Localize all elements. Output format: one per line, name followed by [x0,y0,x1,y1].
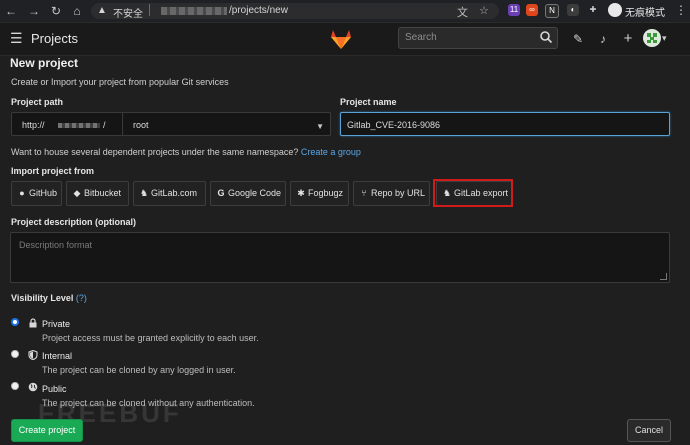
masked-host [161,7,227,15]
path-prefix: http:// / [11,112,124,136]
namespace-hint: Want to house several dependent projects… [11,147,361,157]
forward-icon[interactable]: → [27,4,41,18]
import-option-label: Google Code [228,188,282,198]
import-gitlabcom-button[interactable]: ♞ GitLab.com [133,181,206,206]
browser-toolbar: ← → ↻ ⌂ ▲ 不安全 /projects/new 文 ☆ 11 ∞ N ◐… [0,0,690,23]
visibility-title: Private [42,319,71,329]
new-plus-icon[interactable]: + [621,31,635,46]
visibility-help-link[interactable]: (?) [76,293,87,303]
notification-bell-icon[interactable]: ♪ [596,32,610,46]
import-option-label: GitHub [29,188,58,198]
extension-icon[interactable]: ∞ [526,4,538,16]
visibility-desc: The project can be cloned by any logged … [42,365,236,375]
security-label: 不安全 [113,9,143,20]
chevron-down-icon: ▼ [316,122,324,131]
incognito-label[interactable]: 无痕模式 [625,4,665,19]
gitlab-icon: ♞ [139,188,149,198]
home-icon[interactable]: ⌂ [70,4,84,18]
page-title: New project [10,56,79,70]
github-icon: ● [19,188,25,198]
import-option-label: Fogbugz [308,188,344,198]
extension-badge: 11 [509,5,519,14]
visibility-label-text: Visibility Level [11,293,74,303]
shield-icon [28,349,38,361]
translate-icon[interactable]: 文 [457,4,468,20]
description-placeholder: Description format [19,240,93,250]
gitlab-logo-icon[interactable] [329,28,353,50]
import-label: Import project from [11,166,95,176]
app-header: ☰ Projects Search ✎ ♪ + ▾ [0,23,690,56]
visibility-label: Visibility Level (?) [11,293,87,303]
project-name-value: Gitlab_CVE-2016-9086 [347,120,441,130]
extension-icon[interactable]: N [545,4,559,18]
incognito-avatar-icon[interactable] [608,3,622,17]
project-name-input[interactable]: Gitlab_CVE-2016-9086 [340,112,670,136]
visibility-private-radio[interactable] [11,318,19,326]
visibility-title: Internal [42,351,73,361]
namespace-hint-text: Want to house several dependent projects… [11,147,299,157]
lock-icon [28,318,38,328]
description-textarea[interactable]: Description format [10,232,670,283]
globe-icon [28,382,38,392]
create-group-link[interactable]: Create a group [301,147,361,157]
bitbucket-icon: ◆ [73,188,81,198]
extension-icon[interactable]: ◐ [567,4,579,16]
search-placeholder: Search [405,32,437,43]
import-repo-url-button[interactable]: ⑂ Repo by URL [353,181,430,206]
warning-icon: ▲ [97,5,107,16]
back-icon[interactable]: ← [4,4,18,18]
import-bitbucket-button[interactable]: ◆ Bitbucket [66,181,129,206]
reload-icon[interactable]: ↻ [49,4,63,18]
visibility-internal-radio[interactable] [11,350,19,358]
bug-icon: ✱ [297,188,305,198]
address-bar[interactable]: ▲ 不安全 /projects/new 文 ☆ [91,3,499,20]
url-path: /projects/new [229,5,288,16]
import-option-label: Repo by URL [371,188,426,198]
project-path-label: Project path [11,97,64,107]
search-icon [540,31,553,44]
visibility-title: Public [42,384,67,394]
import-github-button[interactable]: ● GitHub [11,181,62,206]
import-fogbugz-button[interactable]: ✱ Fogbugz [290,181,349,206]
avatar[interactable] [643,29,661,47]
app-title[interactable]: Projects [31,31,78,46]
import-option-label: GitLab.com [151,188,198,198]
resize-handle-icon[interactable] [660,273,667,280]
namespace-value: root [133,120,149,130]
create-project-button[interactable]: Create project [11,419,83,442]
page-subtitle: Create or Import your project from popul… [11,77,229,87]
google-icon: G [217,188,225,198]
chevron-down-icon[interactable]: ▾ [662,33,667,44]
more-icon[interactable]: ⋮ [675,3,687,17]
visibility-public-radio[interactable] [11,382,19,390]
puzzle-icon[interactable]: ✚ [587,4,599,16]
project-name-label: Project name [340,97,397,107]
description-label: Project description (optional) [11,217,137,227]
admin-wrench-icon[interactable]: ✎ [571,32,585,46]
divider [149,4,150,16]
import-option-label: Bitbucket [84,188,122,198]
cancel-button[interactable]: Cancel [627,419,671,442]
path-suffix: / [103,120,106,130]
visibility-desc: Project access must be granted explicitl… [42,333,259,343]
red-highlight-box [433,179,513,207]
bookmark-star-icon[interactable]: ☆ [479,4,489,17]
import-googlecode-button[interactable]: G Google Code [210,181,286,206]
namespace-select[interactable]: root ▼ [122,112,331,136]
path-prefix-text: http:// [22,120,45,130]
search-input[interactable]: Search [398,27,558,49]
extension-icon[interactable]: 11 [508,4,520,16]
masked-host [58,123,100,128]
git-icon: ⑂ [361,188,367,198]
menu-icon[interactable]: ☰ [10,31,24,45]
